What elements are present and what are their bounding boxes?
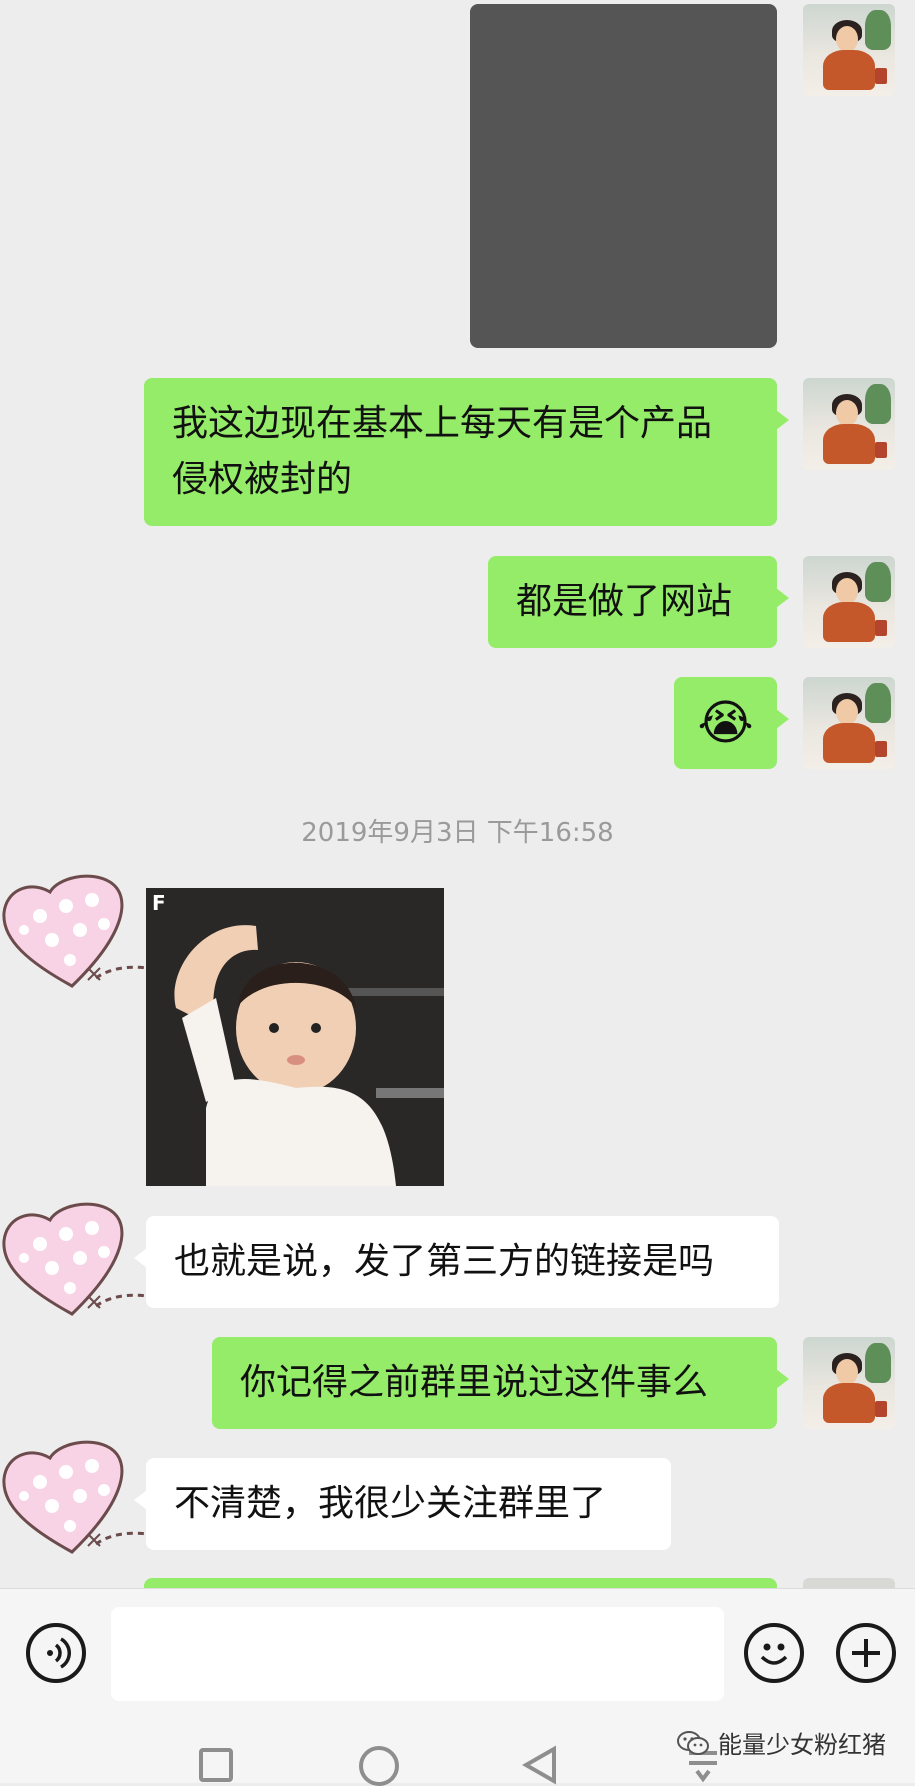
- message-text: 你记得之前群里说过这件事么: [240, 1362, 709, 1403]
- my-avatar[interactable]: [803, 556, 895, 648]
- avatar-face: [836, 1359, 858, 1385]
- avatar-body: [823, 723, 875, 763]
- image-message[interactable]: [470, 4, 777, 348]
- wechat-icon: [677, 1730, 709, 1755]
- back-button[interactable]: [520, 1745, 560, 1785]
- avatar-face: [836, 578, 858, 604]
- my-avatar-partial[interactable]: [803, 1578, 895, 1588]
- contact-avatar[interactable]: [0, 868, 170, 998]
- avatar-cup: [875, 741, 887, 757]
- message-input[interactable]: [111, 1607, 724, 1701]
- message-text-line: 我这边现在基本上每天有是个产品: [172, 403, 713, 444]
- my-message-bubble-partial[interactable]: [144, 1578, 777, 1588]
- my-emoji-bubble[interactable]: 😭: [674, 677, 789, 769]
- voice-icon: [47, 1637, 71, 1669]
- avatar-face: [836, 699, 858, 725]
- message-text-line: 侵权被封的: [172, 459, 353, 500]
- message-text: 不清楚，我很少关注群里了: [174, 1483, 607, 1524]
- smiley-icon: [760, 1643, 788, 1665]
- avatar-body: [823, 602, 875, 642]
- contact-message-bubble[interactable]: 也就是说，发了第三方的链接是吗: [134, 1216, 779, 1308]
- message-timestamp: 2019年9月3日 下午16:58: [301, 818, 614, 848]
- avatar-plant: [865, 1343, 891, 1383]
- crying-emoji-icon: 😭: [697, 695, 754, 751]
- avatar-body: [823, 50, 875, 90]
- watermark: 能量少女粉红猪: [676, 1725, 886, 1760]
- avatar-plant: [865, 562, 891, 602]
- avatar-face: [836, 26, 858, 52]
- avatar-cup: [875, 442, 887, 458]
- my-message-bubble[interactable]: 你记得之前群里说过这件事么: [212, 1337, 789, 1429]
- my-message-bubble[interactable]: 我这边现在基本上每天有是个产品 侵权被封的: [144, 378, 789, 526]
- chat-area[interactable]: 我这边现在基本上每天有是个产品 侵权被封的 都是做了网站 😭 2019年9月3日…: [0, 0, 915, 1588]
- recent-apps-button[interactable]: [199, 1748, 233, 1782]
- avatar-cup: [875, 620, 887, 636]
- my-avatar[interactable]: [803, 4, 895, 96]
- contact-message-bubble[interactable]: 不清楚，我很少关注群里了: [134, 1458, 671, 1550]
- avatar-cup: [875, 1401, 887, 1417]
- message-text: 都是做了网站: [516, 581, 733, 622]
- toddler-sticker: F: [146, 888, 444, 1186]
- avatar-body: [823, 1383, 875, 1423]
- watermark-text: 能量少女粉红猪: [718, 1731, 886, 1759]
- my-avatar[interactable]: [803, 677, 895, 769]
- message-text: 也就是说，发了第三方的链接是吗: [174, 1241, 715, 1282]
- avatar-face: [836, 400, 858, 426]
- emoji-button[interactable]: [744, 1623, 804, 1683]
- my-message-bubble[interactable]: 都是做了网站: [488, 556, 789, 648]
- heart-avatar-icon: [2, 874, 166, 988]
- home-button[interactable]: [359, 1746, 399, 1786]
- avatar-plant: [865, 683, 891, 723]
- voice-button[interactable]: [26, 1623, 86, 1683]
- avatar-plant: [865, 10, 891, 50]
- sticker-image[interactable]: F: [146, 888, 444, 1186]
- avatar-plant: [865, 384, 891, 424]
- system-nav-bar: 能量少女粉红猪: [0, 1723, 915, 1786]
- sticker-badge: F: [152, 891, 166, 915]
- avatar-cup: [875, 68, 887, 84]
- plus-icon: [852, 1639, 880, 1667]
- my-avatar[interactable]: [803, 378, 895, 470]
- avatar-body: [823, 424, 875, 464]
- more-button[interactable]: [836, 1623, 896, 1683]
- my-avatar[interactable]: [803, 1337, 895, 1429]
- chat-input-bar: [0, 1588, 915, 1724]
